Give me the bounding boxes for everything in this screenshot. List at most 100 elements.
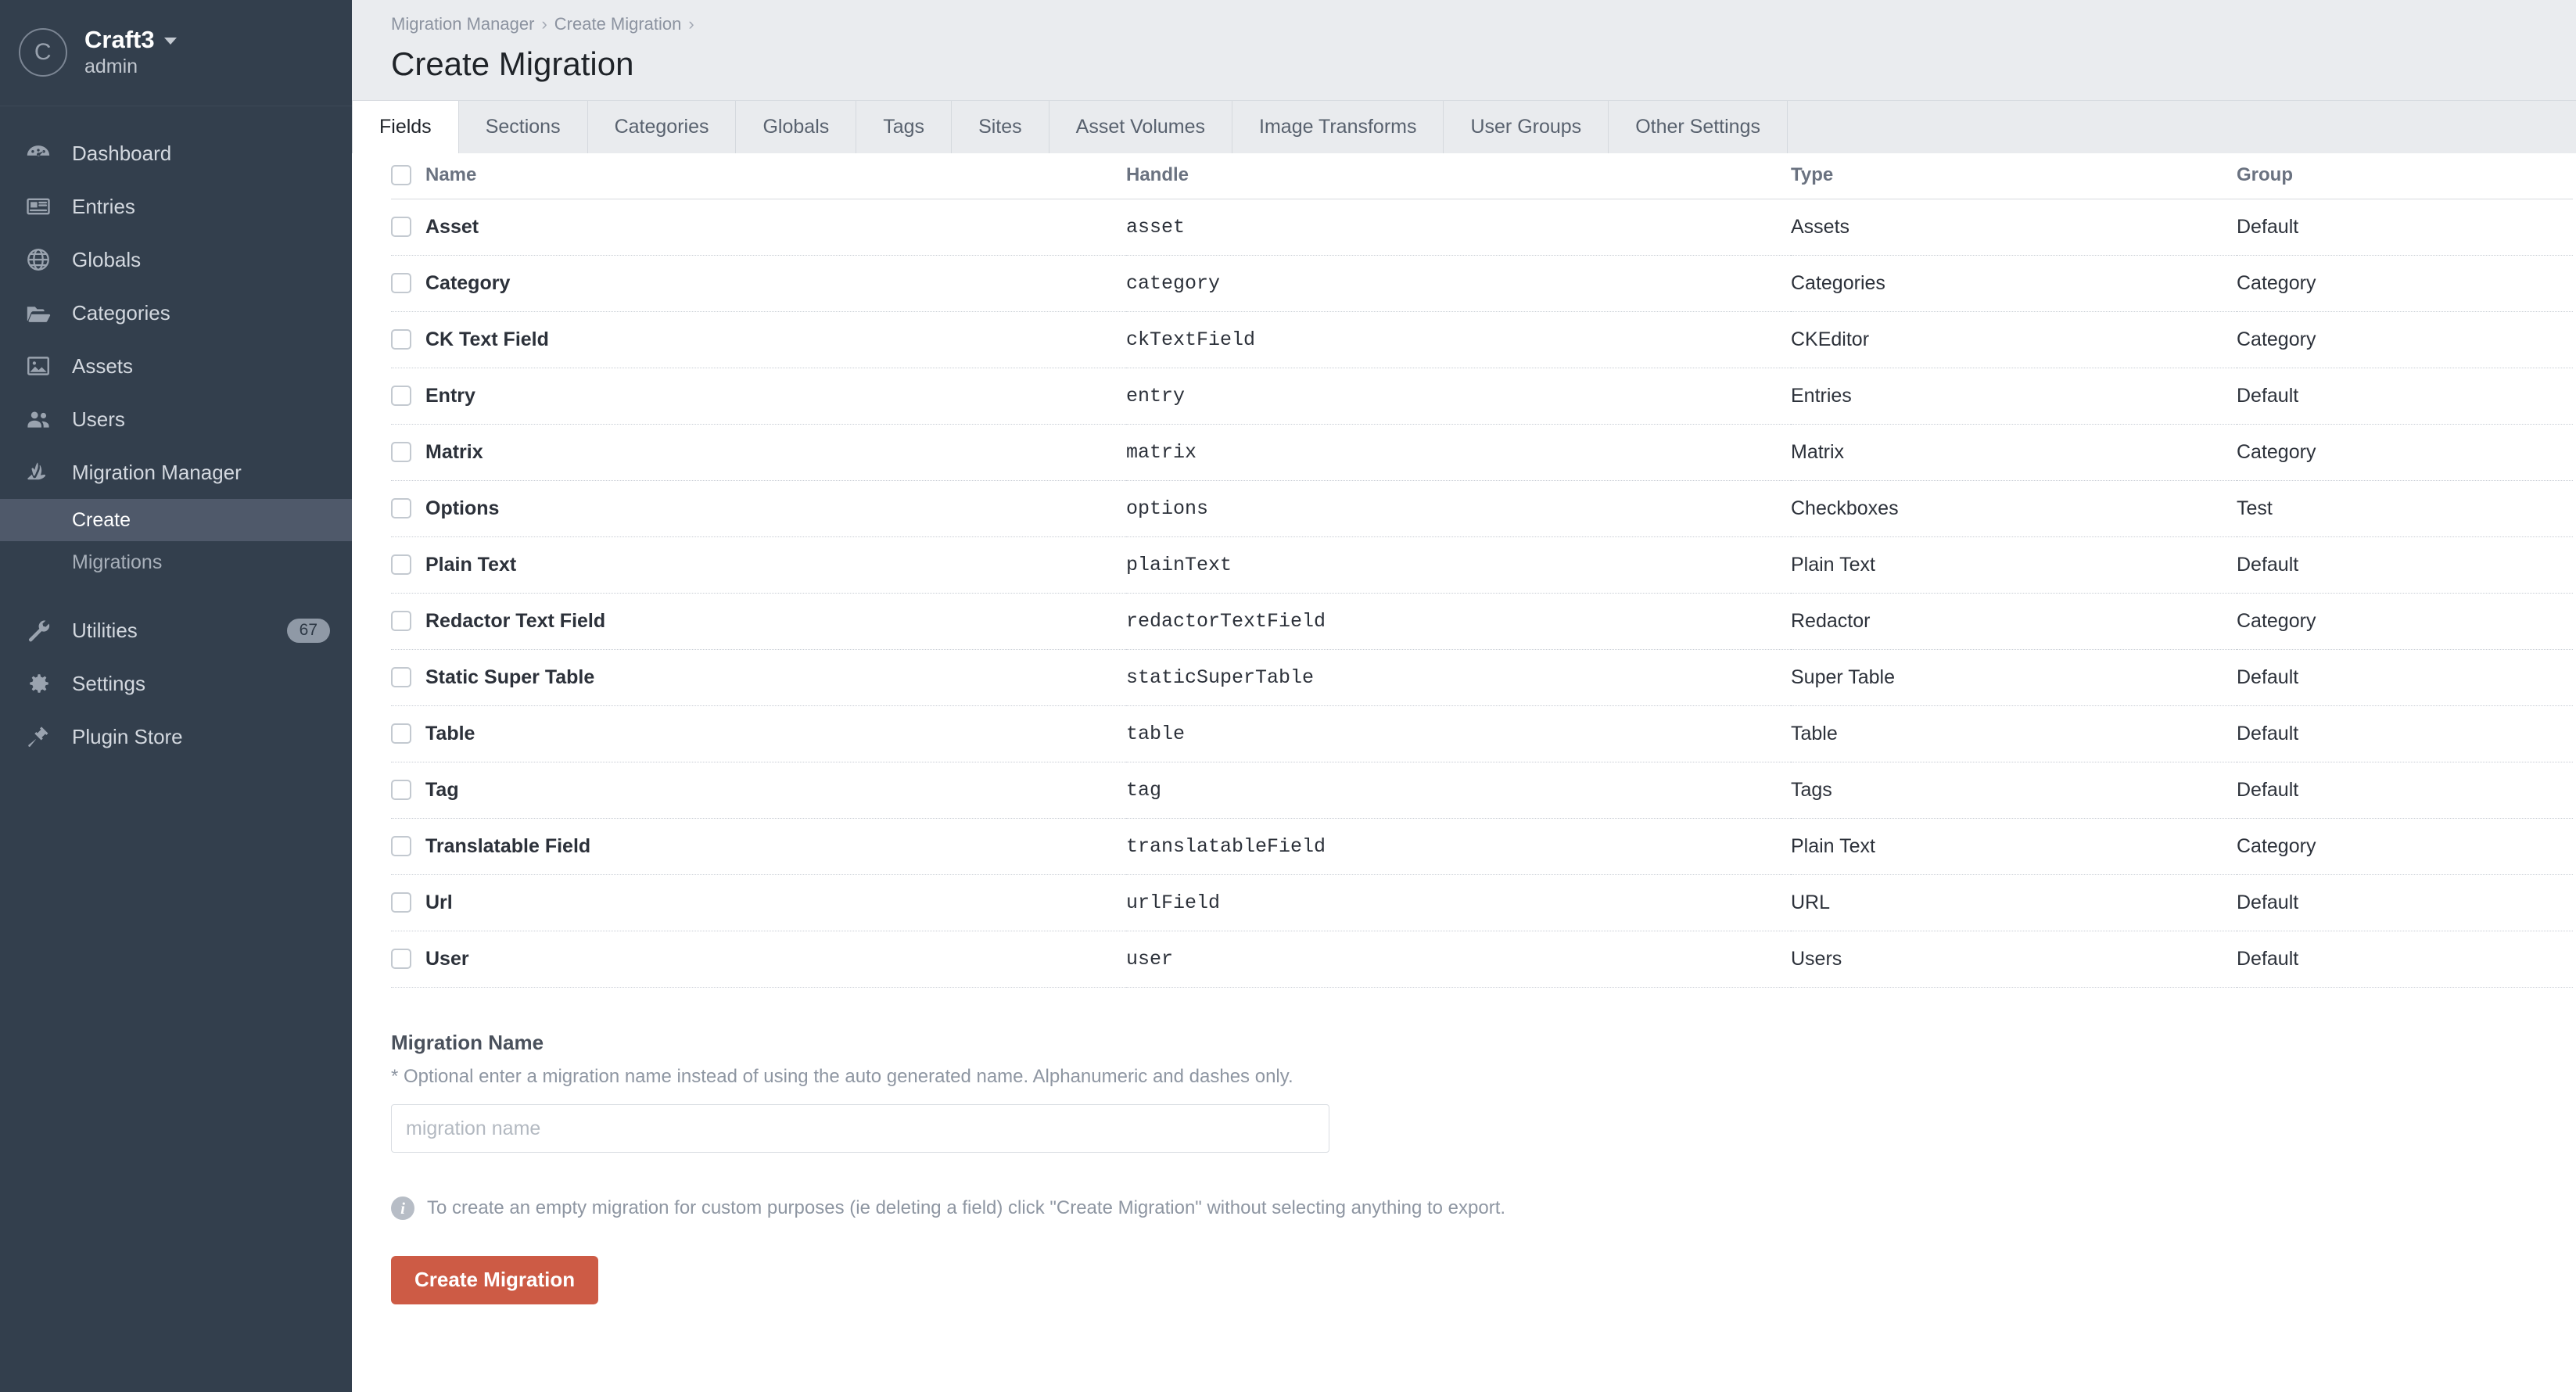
entries-icon bbox=[23, 192, 53, 221]
empty-migration-note: i To create an empty migration for custo… bbox=[391, 1196, 2576, 1221]
info-icon: i bbox=[391, 1196, 414, 1221]
sidebar-item-settings[interactable]: Settings bbox=[0, 657, 352, 710]
row-checkbox[interactable] bbox=[391, 892, 411, 913]
sidebar-item-utilities[interactable]: Utilities 67 bbox=[0, 604, 352, 657]
migration-name-input[interactable] bbox=[391, 1104, 1329, 1153]
tab-other-settings[interactable]: Other Settings bbox=[1609, 100, 1788, 153]
tab-sites[interactable]: Sites bbox=[952, 100, 1049, 153]
cell-name: Static Super Table bbox=[391, 649, 1126, 706]
avatar: C bbox=[19, 27, 67, 77]
table-row[interactable]: User user Users Default bbox=[391, 931, 2573, 988]
row-checkbox[interactable] bbox=[391, 386, 411, 407]
sidebar: C Craft3 admin Dashboard Entries Globals… bbox=[0, 0, 352, 1392]
sidebar-item-plugin-store[interactable]: Plugin Store bbox=[0, 710, 352, 763]
select-all-checkbox[interactable] bbox=[391, 164, 411, 185]
cell-handle: asset bbox=[1126, 199, 1791, 256]
row-checkbox[interactable] bbox=[391, 329, 411, 350]
field-name-label: Redactor Text Field bbox=[425, 609, 606, 632]
note-text: To create an empty migration for custom … bbox=[427, 1197, 1506, 1219]
cell-type: Tags bbox=[1791, 762, 2237, 819]
tab-label: Sections bbox=[485, 115, 561, 138]
sidebar-item-categories[interactable]: Categories bbox=[0, 286, 352, 339]
table-row[interactable]: Translatable Field translatableField Plain… bbox=[391, 818, 2573, 875]
users-icon bbox=[23, 404, 53, 434]
row-checkbox[interactable] bbox=[391, 498, 411, 519]
cell-handle: options bbox=[1126, 480, 1791, 537]
tab-sections[interactable]: Sections bbox=[459, 100, 588, 153]
column-header-name: Name bbox=[391, 152, 1126, 199]
gear-icon bbox=[23, 669, 53, 698]
table-row[interactable]: Matrix matrix Matrix Category bbox=[391, 424, 2573, 481]
fields-table: Name Handle Type Group Asset asset Assets D… bbox=[391, 152, 2573, 988]
cell-name: Tag bbox=[391, 762, 1126, 819]
sidebar-subitem-create[interactable]: Create bbox=[0, 499, 352, 541]
sidebar-item-migration-manager[interactable]: Migration Manager bbox=[0, 446, 352, 499]
site-name-switcher[interactable]: Craft3 bbox=[84, 27, 177, 52]
tab-fields[interactable]: Fields bbox=[352, 100, 459, 153]
wrench-icon bbox=[23, 615, 53, 645]
avatar-letter: C bbox=[34, 38, 52, 65]
status-badge: 67 bbox=[286, 618, 330, 643]
cell-group: Default bbox=[2237, 199, 2573, 256]
field-name-label: Plain Text bbox=[425, 553, 517, 576]
migration-name-hint: * Optional enter a migration name instea… bbox=[391, 1066, 1293, 1088]
cell-group: Default bbox=[2237, 874, 2573, 931]
field-name-label: Url bbox=[425, 891, 453, 913]
cell-type: Super Table bbox=[1791, 649, 2237, 706]
sidebar-item-assets[interactable]: Assets bbox=[0, 339, 352, 393]
row-checkbox[interactable] bbox=[391, 554, 411, 576]
breadcrumb-separator-icon: › bbox=[688, 14, 694, 34]
cell-handle: staticSuperTable bbox=[1126, 649, 1791, 706]
cell-name: Options bbox=[391, 480, 1126, 537]
table-row[interactable]: Plain Text plainText Plain Text Default bbox=[391, 536, 2573, 594]
tab-globals[interactable]: Globals bbox=[736, 100, 857, 153]
field-name-label: Entry bbox=[425, 384, 475, 407]
tab-tags[interactable]: Tags bbox=[856, 100, 953, 153]
sidebar-item-entries[interactable]: Entries bbox=[0, 180, 352, 233]
row-checkbox[interactable] bbox=[391, 442, 411, 463]
cell-handle: urlField bbox=[1126, 874, 1791, 931]
table-row[interactable]: Asset asset Assets Default bbox=[391, 199, 2573, 256]
row-checkbox[interactable] bbox=[391, 949, 411, 970]
row-checkbox[interactable] bbox=[391, 611, 411, 632]
cell-handle: redactorTextField bbox=[1126, 593, 1791, 650]
row-checkbox[interactable] bbox=[391, 780, 411, 801]
cell-group: Default bbox=[2237, 649, 2573, 706]
sidebar-subitem-migrations[interactable]: Migrations bbox=[0, 541, 352, 583]
table-row[interactable]: Tag tag Tags Default bbox=[391, 762, 2573, 819]
sidebar-item-dashboard[interactable]: Dashboard bbox=[0, 127, 352, 180]
table-row[interactable]: Static Super Table staticSuperTable Super … bbox=[391, 649, 2573, 706]
sidebar-item-globals[interactable]: Globals bbox=[0, 233, 352, 286]
cell-group: Category bbox=[2237, 818, 2573, 875]
row-checkbox[interactable] bbox=[391, 667, 411, 688]
cell-type: URL bbox=[1791, 874, 2237, 931]
plug-icon bbox=[23, 722, 53, 752]
table-row[interactable]: Redactor Text Field redactorTextField Reda… bbox=[391, 593, 2573, 650]
cell-type: CKEditor bbox=[1791, 311, 2237, 368]
row-checkbox[interactable] bbox=[391, 217, 411, 238]
tab-label: Other Settings bbox=[1635, 115, 1760, 138]
tab-user-groups[interactable]: User Groups bbox=[1444, 100, 1609, 153]
sidebar-account-header[interactable]: C Craft3 admin bbox=[0, 0, 352, 106]
breadcrumb-item-migration-manager[interactable]: Migration Manager bbox=[391, 14, 534, 34]
table-row[interactable]: CK Text Field ckTextField CKEditor Category bbox=[391, 311, 2573, 368]
table-row[interactable]: Category category Categories Category bbox=[391, 255, 2573, 312]
table-row[interactable]: Entry entry Entries Default bbox=[391, 368, 2573, 425]
row-checkbox[interactable] bbox=[391, 836, 411, 857]
cell-handle: user bbox=[1126, 931, 1791, 988]
breadcrumb-separator-icon: › bbox=[541, 14, 547, 34]
create-migration-button[interactable]: Create Migration bbox=[391, 1256, 599, 1305]
chevron-down-icon bbox=[163, 38, 177, 45]
sidebar-item-users[interactable]: Users bbox=[0, 393, 352, 446]
table-row[interactable]: Table table Table Default bbox=[391, 705, 2573, 762]
breadcrumb-item-create-migration[interactable]: Create Migration bbox=[554, 14, 682, 34]
cell-type: Categories bbox=[1791, 255, 2237, 312]
row-checkbox[interactable] bbox=[391, 723, 411, 744]
table-row[interactable]: Url urlField URL Default bbox=[391, 874, 2573, 931]
tab-asset-volumes[interactable]: Asset Volumes bbox=[1049, 100, 1233, 153]
tab-categories[interactable]: Categories bbox=[588, 100, 737, 153]
table-row[interactable]: Options options Checkboxes Test bbox=[391, 480, 2573, 537]
tab-image-transforms[interactable]: Image Transforms bbox=[1232, 100, 1444, 153]
row-checkbox[interactable] bbox=[391, 273, 411, 294]
sidebar-item-label: Settings bbox=[72, 671, 145, 695]
